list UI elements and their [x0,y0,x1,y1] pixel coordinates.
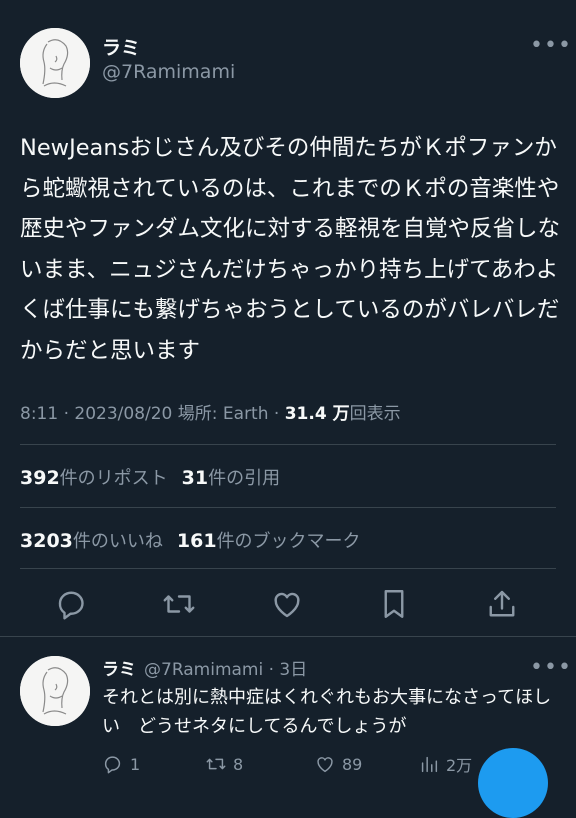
divider [20,507,556,508]
bookmarks-stat[interactable]: 161件のブックマーク [176,530,361,552]
avatar-sketch-icon [20,28,90,98]
reposts-label: 件のリポスト [59,468,168,489]
reply-like-button[interactable]: 89 [314,752,362,776]
like-icon [274,592,300,618]
stats-row-likes: 3203件のいいね 161件のブックマーク [20,527,361,553]
user-handle[interactable]: @7Ramimami [102,61,235,83]
like-button[interactable] [269,586,305,622]
reply-reply-button[interactable]: 1 [102,752,140,776]
reply-more-options-icon[interactable]: ••• [530,655,572,680]
display-name[interactable]: ラミ [102,33,140,60]
compose-fab-button[interactable] [478,748,548,818]
divider [20,568,556,569]
divider [20,444,556,445]
quotes-count: 31 [181,467,209,489]
reply-retweet-button[interactable]: 8 [205,752,243,776]
reply-icon [104,756,121,774]
bookmarks-label: 件のブックマーク [216,531,361,552]
reply-icon [58,591,84,620]
bookmark-button[interactable] [376,586,412,622]
reply-header: ラミ @7Ramimami · 3日 [102,655,307,680]
likes-count: 3203 [20,530,73,552]
share-button[interactable] [484,586,520,622]
reply-retweet-count: 8 [233,754,244,774]
reply-button[interactable] [54,586,90,622]
quotes-label: 件の引用 [208,468,281,489]
reposts-stat[interactable]: 392件のリポスト [20,467,168,489]
share-icon [489,590,515,617]
reply-display-name[interactable]: ラミ [102,660,136,680]
avatar-sketch-icon [20,656,90,726]
likes-stat[interactable]: 3203件のいいね [20,530,163,552]
timestamp-location: 8:11 · 2023/08/20 場所: Earth · [20,404,285,424]
views-label: 回表示 [349,404,401,424]
avatar[interactable] [20,28,90,98]
quotes-stat[interactable]: 31件の引用 [181,467,281,489]
reply-views-button[interactable]: 2万 [418,752,472,776]
views-chart-icon [421,756,438,773]
tweet-text: NewJeansおじさん及びその仲間たちがＫポファンから蛇蠍視されているのは、こ… [20,135,561,364]
likes-label: 件のいいね [72,531,163,552]
retweet-icon [206,758,226,770]
bookmarks-count: 161 [176,530,217,552]
reply-like-count: 89 [342,754,363,774]
reply-text: それとは別に熱中症はくれぐれもお大事になさってほしい どうせネタにしてるんでしょ… [102,687,552,737]
reposts-count: 392 [20,467,60,489]
divider [0,636,576,637]
retweet-button[interactable] [161,586,197,622]
like-icon [317,757,333,773]
more-options-icon[interactable]: ••• [530,33,572,58]
bookmark-icon [384,590,404,618]
reply-reply-count: 1 [130,754,141,774]
tweet-meta: 8:11 · 2023/08/20 場所: Earth · 31.4 万回表示 [20,399,401,424]
reply-avatar[interactable] [20,656,90,726]
retweet-icon [163,595,195,613]
reply-view-count: 2万 [446,756,473,775]
views-count: 31.4 万 [284,404,350,424]
reply-handle-time[interactable]: @7Ramimami · 3日 [144,660,307,680]
stats-row-reposts: 392件のリポスト 31件の引用 [20,464,280,490]
